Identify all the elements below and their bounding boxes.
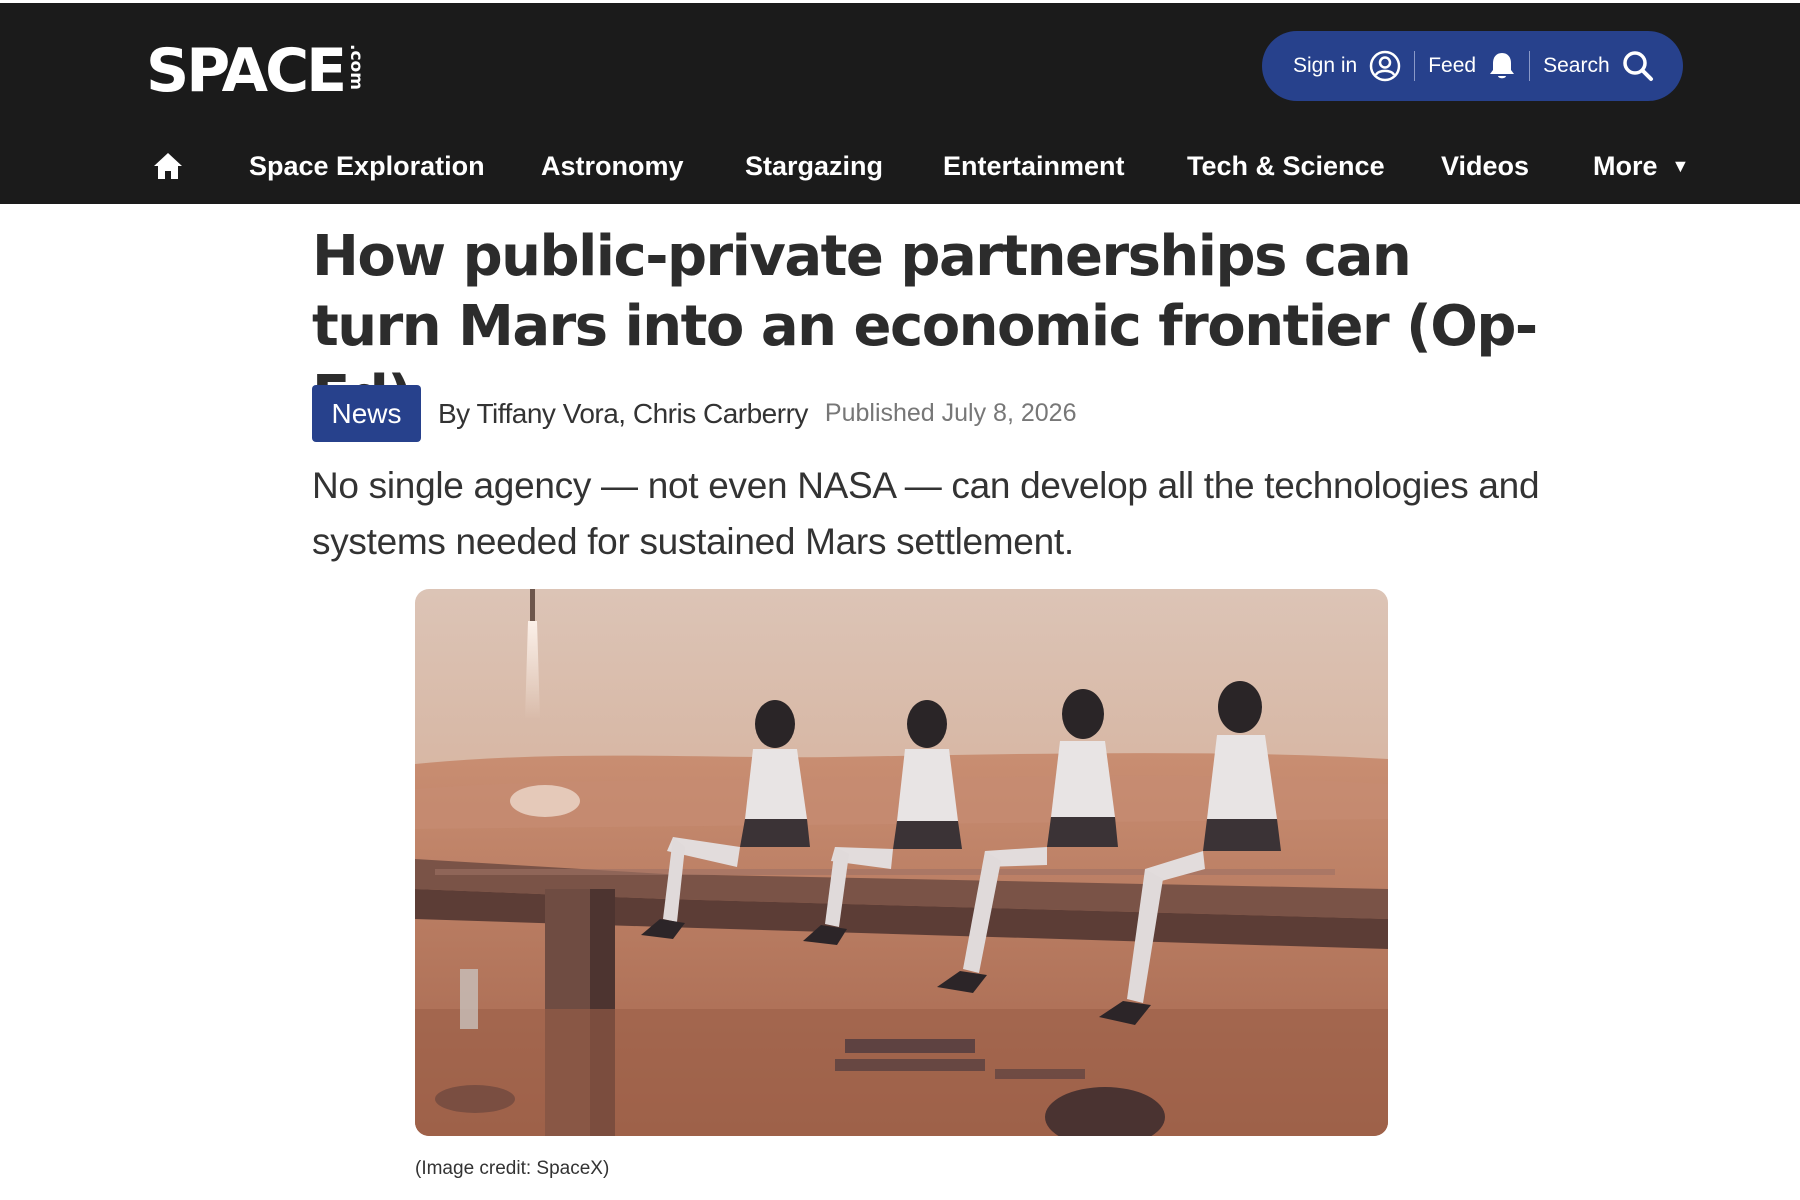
user-circle-icon — [1369, 50, 1401, 82]
nav-home[interactable] — [153, 152, 183, 185]
nav-item-stargazing[interactable]: Stargazing — [745, 151, 883, 182]
search-icon — [1622, 51, 1653, 81]
article-standfirst: No single agency — not even NASA — can d… — [312, 465, 1540, 562]
bell-icon — [1490, 53, 1515, 79]
search-label: Search — [1543, 54, 1610, 77]
nav-item-entertainment[interactable]: Entertainment — [943, 151, 1125, 182]
article: How public-private partnerships can turn… — [312, 222, 1542, 562]
utility-divider — [1529, 51, 1531, 81]
nav-item-tech-science[interactable]: Tech & Science — [1187, 151, 1385, 182]
image-credit: (Image credit: SpaceX) — [415, 1158, 610, 1179]
hero-illustration — [415, 589, 1388, 1136]
feed-label: Feed — [1428, 54, 1477, 77]
sign-in-button[interactable]: Sign in — [1293, 50, 1401, 82]
author-byline[interactable]: By Tiffany Vora, Chris Carberry — [438, 398, 808, 430]
nav-item-more[interactable]: More ▼ — [1593, 151, 1689, 182]
nav-item-videos[interactable]: Videos — [1441, 151, 1529, 182]
utility-bar: Sign in Feed Search — [1262, 31, 1683, 101]
search-button[interactable]: Search — [1543, 50, 1654, 82]
main-nav: Space Exploration Astronomy Stargazing E… — [0, 130, 1800, 207]
nav-more-label: More — [1593, 151, 1658, 181]
site-logo[interactable]: SPACE .com — [146, 36, 367, 106]
published-date: Published July 8, 2026 — [824, 399, 1077, 427]
site-header: SPACE .com Sign in Feed Search Space Exp… — [0, 0, 1800, 204]
logo-suffix: .com — [346, 44, 367, 90]
feed-button[interactable]: Feed — [1428, 51, 1516, 81]
byline-row: News By Tiffany Vora, Chris Carberry Pub… — [312, 385, 1076, 442]
hero-image — [415, 589, 1388, 1136]
nav-item-astronomy[interactable]: Astronomy — [541, 151, 684, 182]
utility-divider — [1414, 51, 1416, 81]
nav-item-space-exploration[interactable]: Space Exploration — [249, 151, 485, 182]
sign-in-label: Sign in — [1293, 54, 1358, 77]
home-icon — [154, 153, 182, 179]
category-badge[interactable]: News — [312, 385, 421, 442]
caret-down-icon: ▼ — [1671, 156, 1690, 176]
logo-wordmark: SPACE — [146, 36, 347, 106]
